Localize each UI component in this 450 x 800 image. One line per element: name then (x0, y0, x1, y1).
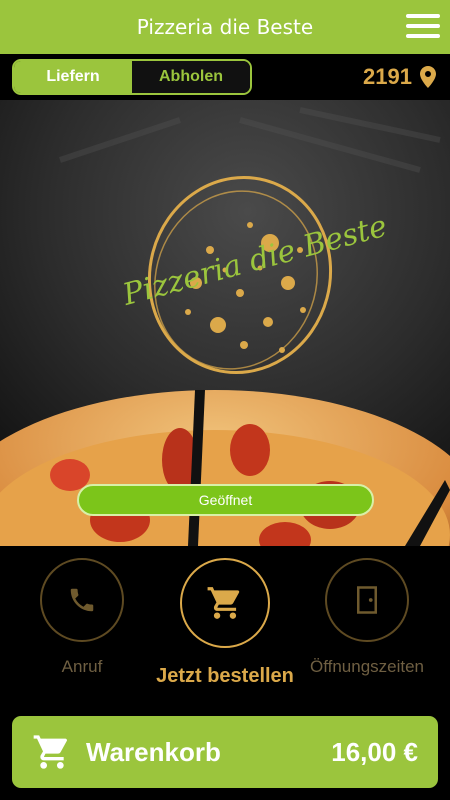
order-mode-toggle: Liefern Abholen (12, 59, 252, 95)
hamburger-menu-icon[interactable] (406, 14, 440, 40)
open-status-button[interactable]: Geöffnet (77, 484, 374, 516)
toggle-delivery[interactable]: Liefern (14, 61, 132, 93)
call-button[interactable] (40, 558, 124, 642)
app-header: Pizzeria die Beste (0, 0, 450, 54)
phone-icon (70, 588, 94, 612)
shopping-cart-icon (33, 735, 67, 769)
hero-image: Pizzeria die Beste (0, 100, 450, 546)
shopping-cart-icon (207, 587, 240, 619)
quick-actions: Anruf Jetzt bestellen Öffnungszeiten (0, 546, 450, 716)
app-title: Pizzeria die Beste (136, 15, 314, 39)
order-now-label: Jetzt bestellen (156, 665, 294, 687)
location-selector[interactable]: 2191 (363, 64, 436, 90)
cart-total: 16,00 € (331, 736, 418, 767)
toggle-pickup[interactable]: Abholen (132, 61, 250, 93)
call-label: Anruf (61, 657, 103, 676)
cart-button[interactable]: Warenkorb 16,00 € (12, 716, 438, 788)
order-now-button[interactable] (180, 558, 270, 648)
door-icon (357, 586, 377, 614)
order-mode-bar: Liefern Abholen 2191 (0, 54, 450, 100)
location-pin-icon (420, 66, 436, 88)
hero-illustration: Pizzeria die Beste (0, 100, 450, 546)
postcode-text: 2191 (363, 64, 412, 89)
opening-hours-button[interactable] (325, 558, 409, 642)
opening-hours-label: Öffnungszeiten (309, 657, 425, 676)
cart-label: Warenkorb (86, 736, 221, 767)
